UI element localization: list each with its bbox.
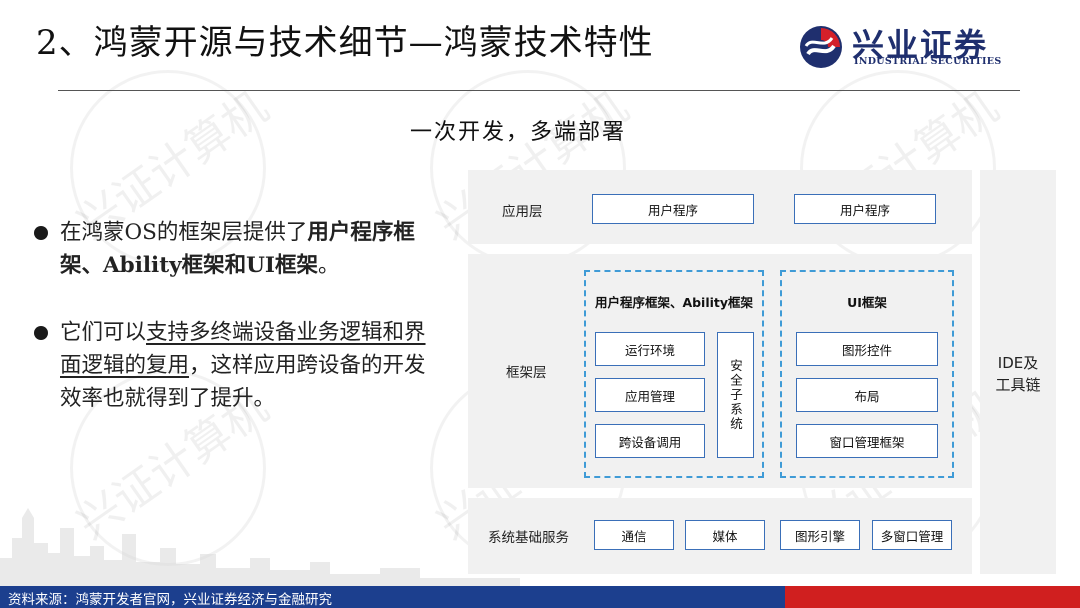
bullet-2-text-a: 它们可以 (60, 320, 147, 345)
box-cross-device-call: 跨设备调用 (595, 424, 705, 458)
ide-label-line-2: 工具链 (995, 376, 1041, 394)
app-box-user-program-2: 用户程序 (794, 194, 936, 224)
logo-mark-icon (800, 26, 842, 68)
box-graphics-engine: 图形引擎 (780, 520, 860, 550)
box-app-management: 应用管理 (595, 378, 705, 412)
box-multi-window-mgmt: 多窗口管理 (872, 520, 952, 550)
logo-english-name: INDUSTRIAL SECURITIES (854, 56, 1002, 67)
box-runtime-env: 运行环境 (595, 332, 705, 366)
bullet-point-2: 它们可以支持多终端设备业务逻辑和界面逻辑的复用，这样应用跨设备的开发效率也就得到… (34, 316, 446, 415)
base-services-label: 系统基础服务 (488, 530, 569, 546)
app-layer-label: 应用层 (502, 204, 543, 220)
page-title: 2、鸿蒙开源与技术细节—鸿蒙技术特性 (36, 23, 654, 63)
ide-label-line-1: IDE及 (997, 354, 1039, 372)
footer-accent (785, 586, 1080, 608)
ui-framework-group-title: UI框架 (847, 295, 887, 310)
box-communication: 通信 (594, 520, 674, 550)
bullet-1-text-a: 在鸿蒙OS的框架层提供了 (60, 220, 308, 245)
bullet-1-text-c: 。 (317, 253, 340, 278)
framework-layer-label: 框架层 (506, 365, 547, 381)
company-logo: 兴业证券 INDUSTRIAL SECURITIES (798, 22, 1013, 72)
slide-subtitle: 一次开发，多端部署 (410, 120, 627, 145)
architecture-diagram: IDE及 工具链 应用层 用户程序 用户程序 框架层 用户程序框架、Abilit… (468, 170, 1056, 584)
box-security-subsystem: 安全子系统 (717, 332, 754, 458)
box-media: 媒体 (685, 520, 765, 550)
city-skyline-image (0, 508, 520, 588)
app-framework-group-title: 用户程序框架、Ability框架 (594, 295, 754, 310)
bullet-dot-icon (34, 326, 48, 340)
app-box-user-program-1: 用户程序 (592, 194, 754, 224)
header-divider (58, 90, 1020, 91)
box-layout: 布局 (796, 378, 938, 412)
bullet-dot-icon (34, 226, 48, 240)
ide-toolchain-label: IDE及 工具链 (980, 352, 1056, 396)
box-graphic-controls: 图形控件 (796, 332, 938, 366)
footer-source: 资料来源：鸿蒙开发者官网，兴业证券经济与金融研究 (8, 592, 332, 608)
box-window-mgmt-framework: 窗口管理框架 (796, 424, 938, 458)
bullet-point-1: 在鸿蒙OS的框架层提供了用户程序框架、Ability框架和UI框架。 (34, 216, 446, 282)
